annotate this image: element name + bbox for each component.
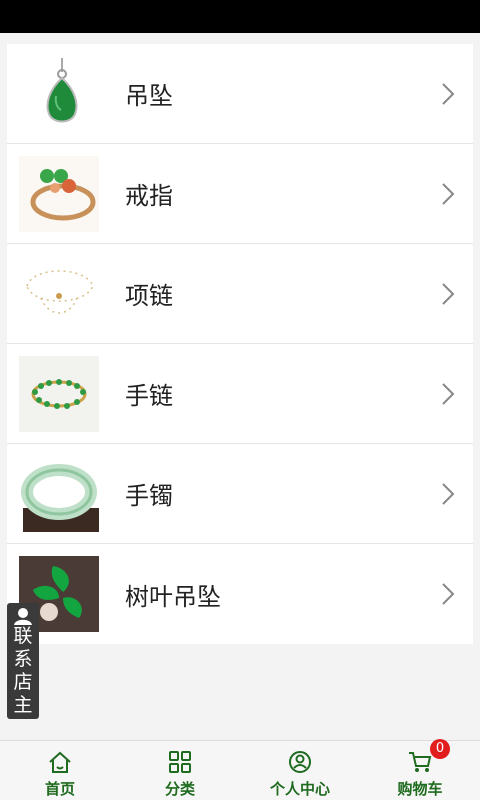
tab-category[interactable]: 分类 — [120, 741, 240, 800]
bangle-thumbnail — [19, 455, 99, 532]
chevron-right-icon — [442, 483, 455, 505]
tab-profile[interactable]: 个人中心 — [240, 741, 360, 800]
tab-label: 购物车 — [397, 780, 443, 798]
category-row-pendant[interactable]: 吊坠 — [7, 44, 473, 144]
chevron-right-icon — [442, 283, 455, 305]
category-label: 手链 — [125, 382, 173, 410]
necklace-thumbnail — [19, 255, 99, 332]
category-label: 手镯 — [125, 482, 173, 510]
chevron-right-icon — [442, 83, 455, 105]
ring-thumbnail — [19, 155, 99, 232]
status-bar — [0, 0, 480, 33]
category-label: 项链 — [125, 282, 173, 310]
cart-icon — [409, 752, 432, 772]
home-icon — [49, 751, 71, 773]
chevron-right-icon — [442, 383, 455, 405]
category-label: 吊坠 — [125, 82, 173, 110]
grid-icon — [169, 751, 191, 773]
category-row-bracelet[interactable]: 手链 — [7, 344, 473, 444]
category-row-ring[interactable]: 戒指 — [7, 144, 473, 244]
category-label: 戒指 — [125, 182, 173, 210]
contact-seller-button[interactable]: 联系店主 — [7, 603, 39, 719]
tab-label: 首页 — [44, 780, 75, 798]
category-row-bangle[interactable]: 手镯 — [7, 444, 473, 544]
category-row-necklace[interactable]: 项链 — [7, 244, 473, 344]
bracelet-thumbnail — [19, 355, 99, 432]
contact-seller-label: 联系店主 — [13, 625, 33, 716]
tab-cart[interactable]: 0 购物车 — [360, 739, 480, 800]
user-circle-icon — [289, 751, 311, 773]
bottom-tab-bar: 首页 分类 个人中心 0 购物车 — [0, 739, 480, 800]
category-list: 吊坠 戒指 项链 手链 手镯 树叶吊坠 — [7, 44, 473, 644]
cart-count-badge: 0 — [430, 739, 450, 759]
chevron-right-icon — [442, 183, 455, 205]
category-row-leaf-pendant[interactable]: 树叶吊坠 — [7, 544, 473, 644]
pendant-thumbnail — [19, 55, 99, 132]
category-label: 树叶吊坠 — [125, 582, 221, 611]
person-icon — [14, 608, 32, 625]
chevron-right-icon — [442, 583, 455, 605]
tab-label: 分类 — [164, 780, 195, 798]
tab-label: 个人中心 — [269, 780, 330, 798]
tab-home[interactable]: 首页 — [0, 741, 120, 800]
